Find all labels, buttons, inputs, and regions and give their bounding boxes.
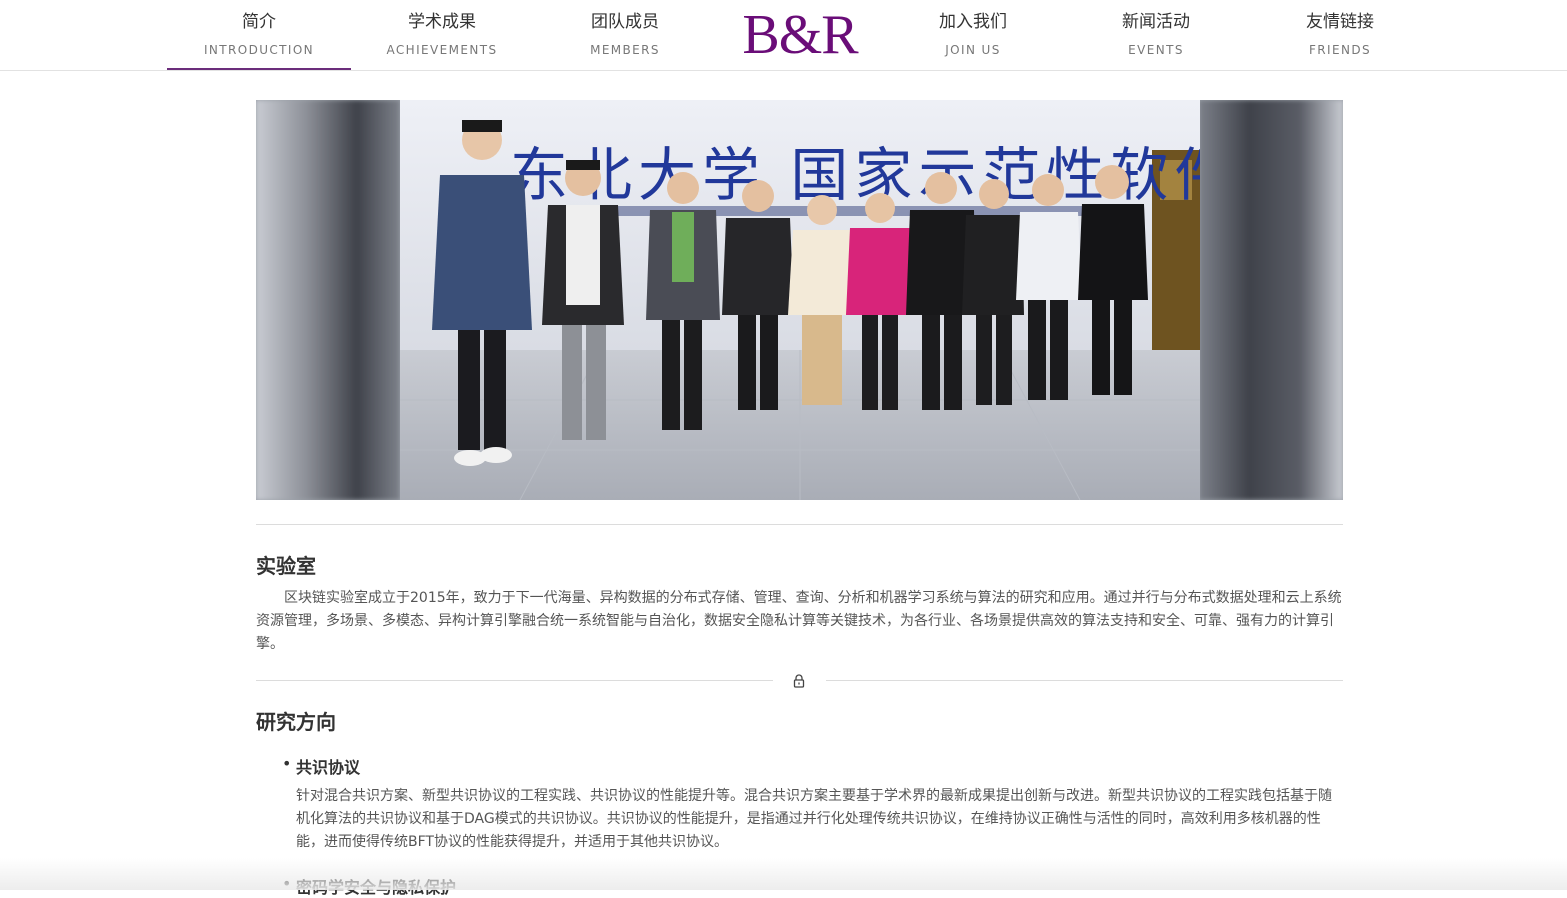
research-item-title: 共识协议 — [296, 758, 361, 777]
hero-image-carousel: 东北大学 国家示范性软件学院 — [256, 100, 1343, 500]
nav-item-members[interactable]: 团队成员 MEMBERS — [533, 0, 717, 70]
lock-icon — [793, 674, 805, 688]
nav-item-introduction[interactable]: 简介 INTRODUCTION — [167, 0, 351, 70]
nav-label-en: ACHIEVEMENTS — [386, 43, 498, 57]
nav-label-en: INTRODUCTION — [203, 43, 315, 57]
nav-label-zh: 加入我们 — [939, 12, 1007, 32]
nav-label-en: FRIENDS — [1309, 43, 1371, 57]
research-item-body: 针对混合共识方案、新型共识协议的工程实践、共识协议的性能提升等。混合共识方案主要… — [296, 788, 1332, 850]
nav-label-zh: 友情链接 — [1306, 12, 1374, 32]
nav-label-en: EVENTS — [1128, 43, 1184, 57]
nav-label-zh: 学术成果 — [408, 12, 476, 32]
nav-label-zh: 新闻活动 — [1122, 12, 1190, 32]
nav-label-en: JOIN US — [945, 43, 1001, 57]
section-divider — [256, 524, 1343, 525]
hero-blur-left — [256, 100, 400, 500]
team-group-photo: 东北大学 国家示范性软件学院 — [400, 100, 1200, 500]
lab-section-title: 实验室 — [256, 554, 316, 578]
nav-item-events[interactable]: 新闻活动 EVENTS — [1064, 0, 1248, 70]
research-section-title: 研究方向 — [256, 710, 336, 734]
divider-line-right — [826, 680, 1343, 681]
bullet-icon: • — [282, 754, 292, 773]
nav-label-en: MEMBERS — [590, 43, 660, 57]
nav-item-achievements[interactable]: 学术成果 ACHIEVEMENTS — [350, 0, 534, 70]
site-logo[interactable]: B&R — [735, 2, 865, 68]
divider-line-left — [256, 680, 773, 681]
nav-item-join-us[interactable]: 加入我们 JOIN US — [881, 0, 1065, 70]
hero-blur-right — [1199, 100, 1343, 500]
nav-label-zh: 简介 — [242, 12, 276, 32]
lock-divider — [256, 672, 1343, 690]
top-navigation: 简介 INTRODUCTION 学术成果 ACHIEVEMENTS 团队成员 M… — [0, 0, 1567, 71]
banner-calligraphy: 东北大学 国家示范性软件学院 — [510, 141, 1200, 209]
nav-item-friends[interactable]: 友情链接 FRIENDS — [1248, 0, 1432, 70]
bottom-fade — [0, 858, 1567, 890]
nav-label-zh: 团队成员 — [591, 12, 659, 32]
lab-description: 区块链实验室成立于2015年，致力于下一代海量、异构数据的分布式存储、管理、查询… — [256, 590, 1342, 652]
